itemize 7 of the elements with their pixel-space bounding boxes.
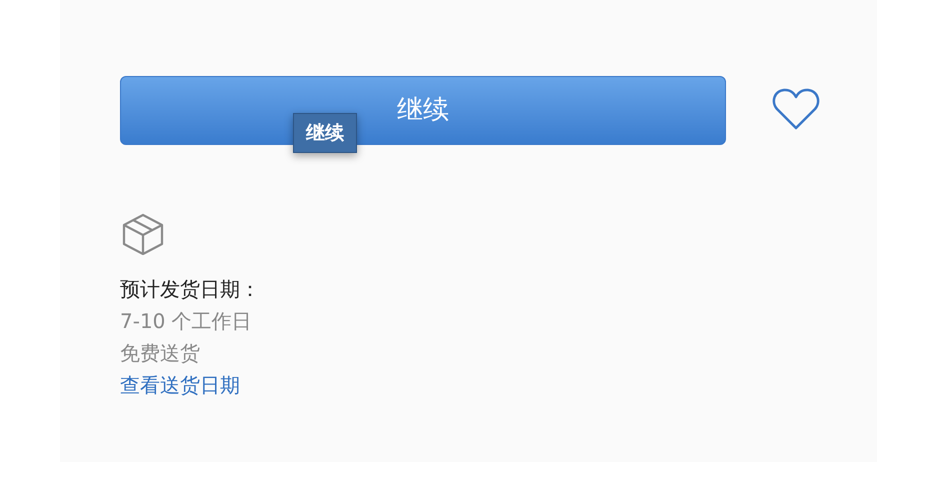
delivery-dates-link[interactable]: 查看送货日期	[120, 369, 240, 401]
delivery-heading: 预计发货日期：	[120, 276, 261, 303]
box-icon	[122, 213, 164, 255]
tooltip: 继续	[293, 113, 357, 153]
shipping-note: 免费送货	[120, 340, 201, 367]
lead-time: 7-10 个工作日	[120, 308, 253, 335]
heart-icon[interactable]	[772, 88, 820, 130]
